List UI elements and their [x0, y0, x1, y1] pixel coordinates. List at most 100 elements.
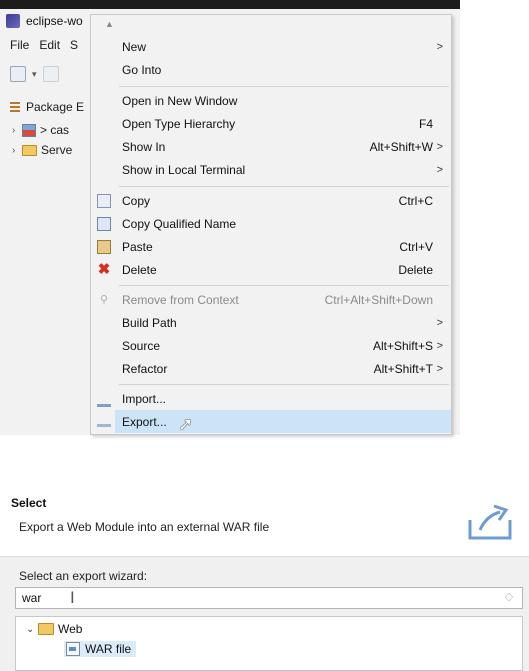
- menu-item-open-in-new-window[interactable]: Open in New Window: [91, 89, 451, 112]
- menu-item-label: Build Path: [122, 315, 177, 330]
- main-toolbar: ▾: [0, 62, 100, 86]
- menu-item-accelerator: Alt+Shift+T: [373, 361, 433, 376]
- title-bar: eclipse-wo: [0, 9, 90, 33]
- menu-item-label: Show in Local Terminal: [122, 162, 246, 177]
- context-menu: ▲ New > Go Into Open in New Window Open …: [90, 14, 452, 435]
- copy-icon: [97, 193, 111, 208]
- folder-icon: [22, 144, 37, 156]
- menu-item-remove-from-context: ⚲ Remove from Context Ctrl+Alt+Shift+Dow…: [91, 288, 451, 311]
- tree-folder-label: Web: [58, 622, 83, 636]
- menu-item-label: Delete: [122, 262, 157, 277]
- package-explorer-icon: [10, 101, 20, 113]
- menu-item-label: Source: [122, 338, 161, 353]
- save-icon[interactable]: [42, 66, 59, 82]
- menu-item-open-type-hierarchy[interactable]: Open Type Hierarchy F4: [91, 112, 451, 135]
- menu-separator: [119, 186, 449, 187]
- menu-file[interactable]: File: [10, 38, 29, 52]
- remove-from-context-icon: ⚲: [99, 293, 109, 306]
- mouse-pointer-icon: ➚: [178, 414, 194, 434]
- submenu-arrow-icon: >: [436, 140, 443, 153]
- menu-item-accelerator: Ctrl+V: [399, 239, 433, 254]
- submenu-arrow-icon: >: [436, 316, 443, 329]
- menu-item-import[interactable]: Import...: [91, 387, 451, 410]
- menu-separator: [119, 285, 449, 286]
- menu-edit[interactable]: Edit: [39, 38, 60, 52]
- wizard-filter-input[interactable]: [15, 587, 523, 609]
- clear-filter-icon[interactable]: ◇: [503, 591, 515, 603]
- submenu-arrow-icon: >: [436, 40, 443, 53]
- delete-icon: ✖: [97, 260, 111, 278]
- new-icon[interactable]: [10, 66, 26, 82]
- tree-label: > cas: [40, 123, 70, 137]
- menu-item-copy-qualified-name[interactable]: Copy Qualified Name: [91, 212, 451, 235]
- menu-item-accelerator: Alt+Shift+W: [369, 139, 433, 154]
- project-tree: › > cas › Serve: [0, 120, 90, 160]
- menu-item-accelerator: F4: [418, 116, 433, 131]
- menu-item-source[interactable]: Source Alt+Shift+S >: [91, 334, 451, 357]
- eclipse-app-icon: [6, 14, 20, 28]
- menu-item-accelerator: Ctrl+Alt+Shift+Down: [324, 292, 433, 307]
- menu-item-export[interactable]: Export...: [97, 410, 451, 433]
- window-top-edge: [0, 0, 460, 9]
- tree-item-label: WAR file: [85, 642, 132, 656]
- import-icon: [97, 396, 111, 407]
- scroll-up-icon[interactable]: ▲: [105, 19, 114, 29]
- menu-source[interactable]: S: [70, 38, 78, 52]
- tree-row-project[interactable]: › > cas: [0, 120, 90, 140]
- menu-item-paste[interactable]: Paste Ctrl+V: [91, 235, 451, 258]
- folder-icon: [38, 623, 54, 635]
- menu-item-delete[interactable]: ✖ Delete Delete: [91, 258, 451, 281]
- menu-item-accelerator: Alt+Shift+S: [372, 338, 433, 353]
- menu-item-refactor[interactable]: Refactor Alt+Shift+T >: [91, 357, 451, 380]
- menu-item-label: Paste: [122, 239, 153, 254]
- menu-item-label: New: [122, 39, 147, 54]
- export-icon: [97, 416, 111, 427]
- menu-item-accelerator: Ctrl+C: [398, 193, 433, 208]
- menu-item-label: Export...: [122, 414, 167, 429]
- chevron-down-icon[interactable]: ⌄: [26, 624, 38, 635]
- menu-item-label: Copy Qualified Name: [122, 216, 237, 231]
- menu-item-label: Import...: [122, 391, 167, 406]
- wizard-title: Select: [11, 496, 47, 510]
- new-dropdown-arrow-icon[interactable]: ▾: [32, 69, 37, 80]
- submenu-arrow-icon: >: [436, 339, 443, 352]
- tree-row-web[interactable]: ⌄ Web: [26, 619, 82, 639]
- wizard-body: Select an export wizard: ◇ I ⌄ Web WAR f…: [0, 556, 529, 671]
- menu-item-label: Open in New Window: [122, 93, 238, 108]
- menu-item-label: Go Into: [122, 62, 162, 77]
- chevron-right-icon[interactable]: ›: [12, 125, 22, 136]
- menu-item-go-into[interactable]: Go Into: [91, 58, 451, 81]
- war-file-selection[interactable]: WAR file: [64, 641, 137, 657]
- tree-row-war-file[interactable]: WAR file: [64, 639, 137, 659]
- menu-item-label: Open Type Hierarchy: [122, 116, 236, 131]
- export-wizard: Select Export a Web Module into an exter…: [0, 490, 529, 671]
- menu-bar: File Edit S: [0, 36, 78, 54]
- menu-item-label: Refactor: [122, 361, 168, 376]
- menu-item-accelerator: Delete: [398, 262, 433, 277]
- menu-item-show-in[interactable]: Show In Alt+Shift+W >: [91, 135, 451, 158]
- tree-label: Serve: [41, 143, 73, 157]
- paste-icon: [97, 239, 111, 254]
- package-explorer-tab[interactable]: Package E: [0, 98, 100, 116]
- package-explorer-label: Package E: [26, 100, 85, 114]
- export-wizard-label: Select an export wizard:: [19, 569, 148, 583]
- menu-item-copy[interactable]: Copy Ctrl+C: [91, 189, 451, 212]
- menu-item-new[interactable]: New >: [91, 35, 451, 58]
- web-project-icon: [22, 123, 36, 137]
- menu-item-label: Show In: [122, 139, 166, 154]
- wizard-tree: ⌄ Web WAR file: [15, 616, 523, 671]
- tree-row-servers[interactable]: › Serve: [0, 140, 90, 160]
- wizard-header: Select Export a Web Module into an exter…: [0, 490, 529, 556]
- menu-item-label: Copy: [122, 193, 151, 208]
- wizard-description: Export a Web Module into an external WAR…: [19, 520, 270, 534]
- copy-qualified-name-icon: [97, 216, 111, 231]
- war-file-icon: [66, 642, 80, 656]
- window-title: eclipse-wo: [26, 14, 83, 28]
- export-banner-icon: [468, 504, 512, 540]
- submenu-arrow-icon: >: [436, 163, 443, 176]
- menu-item-build-path[interactable]: Build Path >: [91, 311, 451, 334]
- text-cursor-icon: I: [70, 588, 75, 607]
- submenu-arrow-icon: >: [436, 362, 443, 375]
- menu-item-show-in-local-terminal[interactable]: Show in Local Terminal >: [91, 158, 451, 181]
- chevron-right-icon[interactable]: ›: [12, 145, 22, 156]
